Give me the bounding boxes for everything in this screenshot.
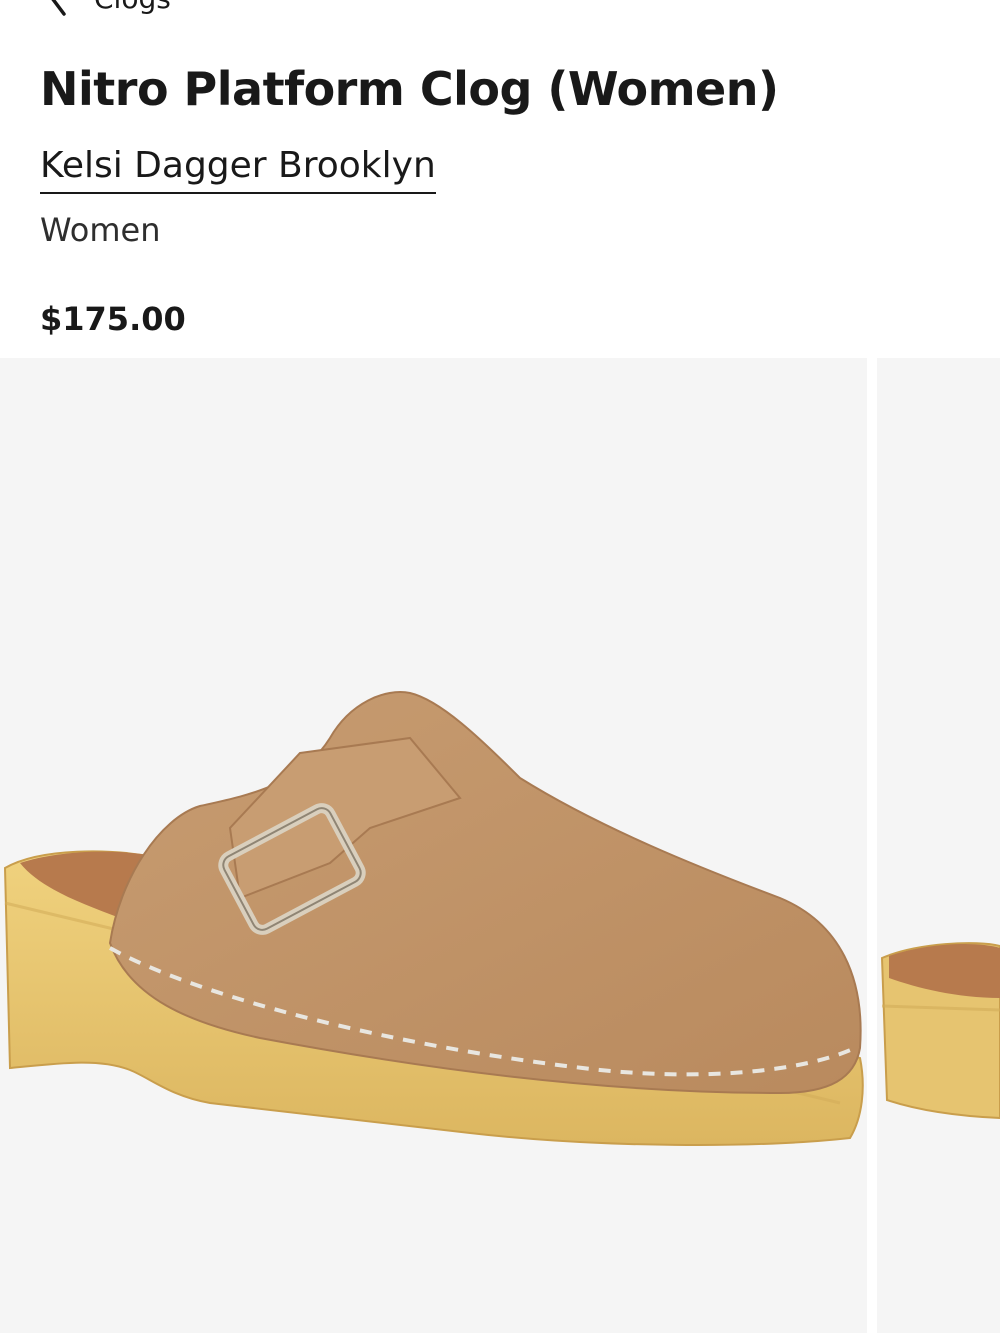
clog-illustration-partial <box>880 942 1000 1120</box>
breadcrumb-back-link[interactable]: Clogs <box>42 0 171 18</box>
product-image-main[interactable] <box>0 358 867 1333</box>
chevron-left-icon <box>51 0 66 16</box>
breadcrumb-label: Clogs <box>94 0 171 15</box>
department-label: Women <box>40 211 161 249</box>
clog-illustration <box>3 691 864 1146</box>
product-image-next[interactable] <box>877 358 1000 1333</box>
product-price: $175.00 <box>40 300 186 338</box>
brand-link[interactable]: Kelsi Dagger Brooklyn <box>40 144 436 194</box>
product-title: Nitro Platform Clog (Women) <box>40 62 779 116</box>
product-image-carousel[interactable] <box>0 358 1000 1333</box>
